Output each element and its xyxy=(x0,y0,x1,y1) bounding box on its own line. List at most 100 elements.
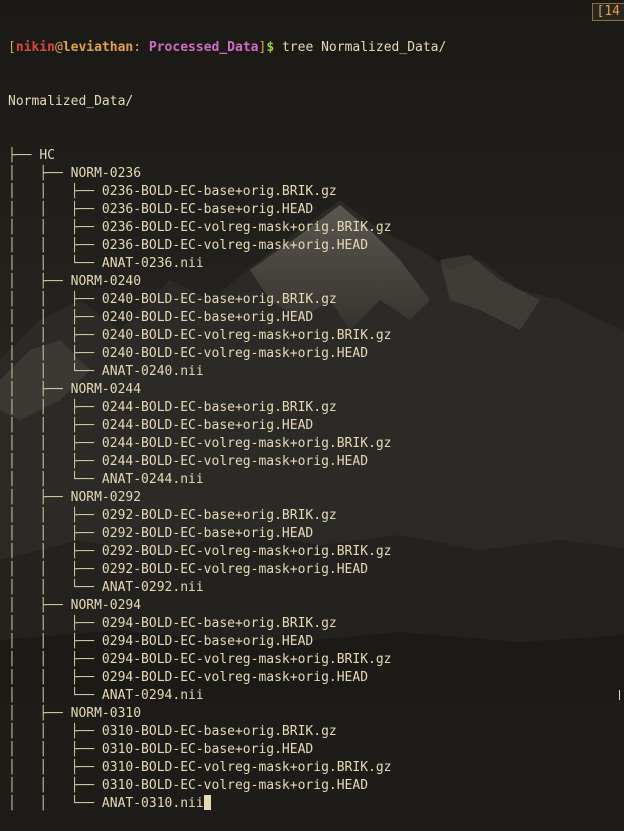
tree-entry: │ │ ├── 0294-BOLD-EC-base+orig.HEAD xyxy=(8,633,624,651)
command-text: tree Normalized_Data/ xyxy=(274,40,447,55)
tree-guide: │ │ └── xyxy=(8,256,102,271)
tree-entry: │ │ ├── 0292-BOLD-EC-base+orig.BRIK.gz xyxy=(8,507,624,525)
tree-entry: │ │ └── ANAT-0294.nii xyxy=(8,687,624,705)
tree-guide: │ │ ├── xyxy=(8,526,102,541)
tree-entry-name: 0240-BOLD-EC-base+orig.HEAD xyxy=(101,310,314,325)
tree-entry-name: NORM-0244 xyxy=(70,382,142,397)
tree-entry: │ │ ├── 0236-BOLD-EC-base+orig.HEAD xyxy=(8,201,624,219)
tree-guide: │ │ ├── xyxy=(8,670,102,685)
tree-guide: │ │ ├── xyxy=(8,328,102,343)
tree-guide: │ │ ├── xyxy=(8,742,102,757)
tree-guide: │ │ ├── xyxy=(8,418,102,433)
tree-entry: │ ├── NORM-0292 xyxy=(8,489,624,507)
tree-entry: │ │ └── ANAT-0240.nii xyxy=(8,363,624,381)
tree-guide: │ │ ├── xyxy=(8,202,102,217)
tree-guide: │ ├── xyxy=(8,598,71,613)
tree-guide: │ │ ├── xyxy=(8,310,102,325)
tree-entry-name: 0236-BOLD-EC-base+orig.HEAD xyxy=(101,202,314,217)
tree-entry: │ │ ├── 0240-BOLD-EC-base+orig.HEAD xyxy=(8,309,624,327)
tree-guide: │ │ └── xyxy=(8,688,102,703)
tree-guide: │ │ ├── xyxy=(8,454,102,469)
prompt-at: @ xyxy=(54,40,63,55)
tree-guide: │ │ ├── xyxy=(8,652,102,667)
prompt-open-bracket: [ xyxy=(8,40,16,55)
tree-guide: │ │ ├── xyxy=(8,760,102,775)
tree-entry-name: 0294-BOLD-EC-base+orig.HEAD xyxy=(101,634,314,649)
tree-guide: │ │ └── xyxy=(8,364,102,379)
prompt-user: nikin xyxy=(15,40,55,55)
tree-entry-name: 0240-BOLD-EC-volreg-mask+orig.BRIK.gz xyxy=(101,328,392,343)
tree-entry: │ │ ├── 0240-BOLD-EC-volreg-mask+orig.BR… xyxy=(8,327,624,345)
tree-entry-name: NORM-0294 xyxy=(70,598,142,613)
tree-entry-name: NORM-0292 xyxy=(70,490,142,505)
tree-entry: │ │ └── ANAT-0310.nii xyxy=(8,795,624,813)
tree-entry: │ │ ├── 0244-BOLD-EC-base+orig.BRIK.gz xyxy=(8,399,624,417)
tree-guide: │ │ └── xyxy=(8,796,102,811)
tree-entry: │ ├── NORM-0310 xyxy=(8,705,624,723)
tree-guide: │ │ ├── xyxy=(8,346,102,361)
tree-entry: │ │ └── ANAT-0236.nii xyxy=(8,255,624,273)
tree-entry-name: 0236-BOLD-EC-volreg-mask+orig.HEAD xyxy=(101,238,369,253)
tree-entry-name: 0310-BOLD-EC-base+orig.HEAD xyxy=(101,742,314,757)
tree-guide: │ │ ├── xyxy=(8,724,102,739)
tree-entry-name: 0292-BOLD-EC-volreg-mask+orig.HEAD xyxy=(101,562,369,577)
tree-entry-name: 0240-BOLD-EC-base+orig.BRIK.gz xyxy=(101,292,337,307)
tree-entry: │ │ ├── 0236-BOLD-EC-volreg-mask+orig.HE… xyxy=(8,237,624,255)
prompt-host: leviathan xyxy=(62,40,134,55)
tree-guide: │ │ ├── xyxy=(8,292,102,307)
tree-entry: │ │ ├── 0244-BOLD-EC-volreg-mask+orig.HE… xyxy=(8,453,624,471)
tree-entry: │ │ ├── 0310-BOLD-EC-volreg-mask+orig.HE… xyxy=(8,777,624,795)
tree-entry: │ │ ├── 0310-BOLD-EC-volreg-mask+orig.BR… xyxy=(8,759,624,777)
tree-entry: │ │ ├── 0244-BOLD-EC-volreg-mask+orig.BR… xyxy=(8,435,624,453)
tree-entry-name: 0294-BOLD-EC-volreg-mask+orig.BRIK.gz xyxy=(101,652,392,667)
tree-entry: ├── HC xyxy=(8,147,624,165)
tree-entry: │ ├── NORM-0244 xyxy=(8,381,624,399)
tree-guide: │ │ ├── xyxy=(8,616,102,631)
tree-entry: │ ├── NORM-0240 xyxy=(8,273,624,291)
tree-entry-name: 0244-BOLD-EC-volreg-mask+orig.BRIK.gz xyxy=(101,436,392,451)
tree-entry-name: NORM-0240 xyxy=(70,274,142,289)
tree-guide: │ │ ├── xyxy=(8,220,102,235)
tree-guide: │ │ ├── xyxy=(8,436,102,451)
tree-entry-name: 0292-BOLD-EC-base+orig.BRIK.gz xyxy=(101,508,337,523)
tree-entry-name: ANAT-0294.nii xyxy=(101,688,204,703)
tree-entry: │ ├── NORM-0236 xyxy=(8,165,624,183)
tree-guide: │ │ ├── xyxy=(8,238,102,253)
tree-guide: │ ├── xyxy=(8,490,71,505)
terminal-cursor xyxy=(203,795,211,810)
tree-entry-name: ANAT-0240.nii xyxy=(101,364,204,379)
tree-entry-name: ANAT-0292.nii xyxy=(101,580,204,595)
tree-listing: ├── HC │ ├── NORM-0236 │ │ ├── 0236-BOLD-E… xyxy=(8,147,624,813)
tree-entry: │ │ └── ANAT-0244.nii xyxy=(8,471,624,489)
tree-entry: │ │ └── ANAT-0292.nii xyxy=(8,579,624,597)
tree-entry: │ │ ├── 0294-BOLD-EC-base+orig.BRIK.gz xyxy=(8,615,624,633)
tree-guide: │ │ ├── xyxy=(8,778,102,793)
tree-entry-name: 0244-BOLD-EC-base+orig.HEAD xyxy=(101,418,314,433)
tree-entry: │ │ ├── 0240-BOLD-EC-volreg-mask+orig.HE… xyxy=(8,345,624,363)
tree-guide: │ │ ├── xyxy=(8,400,102,415)
tree-entry-name: HC xyxy=(39,148,55,163)
terminal-output: [nikin@leviathan: Processed_Data]$ tree … xyxy=(8,3,624,811)
tree-entry: │ │ ├── 0294-BOLD-EC-volreg-mask+orig.HE… xyxy=(8,669,624,687)
tree-entry: │ │ ├── 0244-BOLD-EC-base+orig.HEAD xyxy=(8,417,624,435)
tree-entry-name: NORM-0236 xyxy=(70,166,142,181)
tree-guide: │ ├── xyxy=(8,382,71,397)
tree-entry-name: 0294-BOLD-EC-volreg-mask+orig.HEAD xyxy=(101,670,369,685)
tree-entry: │ │ ├── 0292-BOLD-EC-base+orig.HEAD xyxy=(8,525,624,543)
tree-entry-name: 0310-BOLD-EC-base+orig.BRIK.gz xyxy=(101,724,337,739)
tree-entry-name: 0292-BOLD-EC-volreg-mask+orig.BRIK.gz xyxy=(101,544,392,559)
tree-entry-name: 0292-BOLD-EC-base+orig.HEAD xyxy=(101,526,314,541)
tree-entry: │ │ ├── 0292-BOLD-EC-volreg-mask+orig.BR… xyxy=(8,543,624,561)
tree-entry-name: NORM-0310 xyxy=(70,706,142,721)
tree-guide: │ │ ├── xyxy=(8,634,102,649)
tree-entry: │ ├── NORM-0294 xyxy=(8,597,624,615)
tree-entry-name: 0244-BOLD-EC-base+orig.BRIK.gz xyxy=(101,400,337,415)
scroll-indicator[interactable] xyxy=(619,690,623,700)
tree-guide: │ │ ├── xyxy=(8,184,102,199)
session-indicator: [14 xyxy=(591,3,624,21)
tree-entry: │ │ ├── 0310-BOLD-EC-base+orig.HEAD xyxy=(8,741,624,759)
tree-entry-name: ANAT-0310.nii xyxy=(101,796,204,811)
tree-entry: │ │ ├── 0236-BOLD-EC-volreg-mask+orig.BR… xyxy=(8,219,624,237)
tree-guide: │ │ ├── xyxy=(8,544,102,559)
tree-entry: │ │ ├── 0292-BOLD-EC-volreg-mask+orig.HE… xyxy=(8,561,624,579)
